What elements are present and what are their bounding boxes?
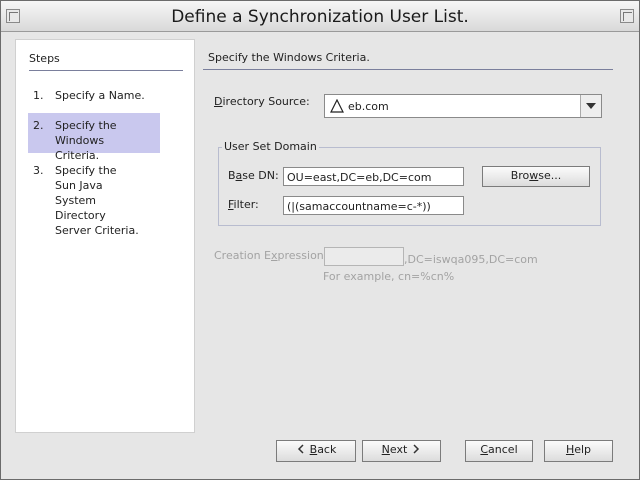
creation-expression-suffix: ,DC=iswqa095,DC=com: [404, 253, 538, 266]
title-bar[interactable]: Define a Synchronization User List.: [1, 1, 639, 32]
creation-expression-input[interactable]: [324, 247, 404, 266]
step-label: Specify the Sun Java System Directory Se…: [55, 164, 139, 237]
browse-button[interactable]: Browse...: [482, 166, 590, 187]
step-2-active[interactable]: 2. Specify the Windows Criteria.: [28, 113, 160, 162]
chevron-left-icon: [297, 444, 304, 454]
filter-input[interactable]: (|(samaccountname=c-*)): [283, 196, 464, 215]
close-icon: [623, 12, 632, 21]
directory-source-label: Directory Source:: [214, 95, 310, 108]
steps-header: Steps: [29, 52, 60, 65]
section-divider: [203, 69, 613, 70]
window-title: Define a Synchronization User List.: [171, 7, 469, 27]
chevron-right-icon: [413, 444, 420, 454]
step-number: 3.: [33, 164, 44, 177]
filter-label: Filter:: [228, 198, 259, 211]
creation-expression-label: Creation Expression:: [214, 249, 328, 262]
directory-source-value: eb.com: [348, 100, 389, 113]
back-button[interactable]: Back: [276, 440, 356, 462]
steps-divider: [29, 70, 183, 71]
creation-expression-example: For example, cn=%cn%: [323, 270, 455, 283]
base-dn-label: Base DN:: [228, 169, 279, 182]
step-label: Specify a Name.: [55, 89, 145, 102]
step-number: 1.: [33, 89, 44, 102]
step-number: 2.: [33, 119, 44, 132]
user-set-domain-legend: User Set Domain: [222, 140, 319, 153]
directory-source-select[interactable]: eb.com: [324, 94, 602, 118]
steps-panel: Steps 1. Specify a Name. 2. Specify the …: [15, 39, 195, 433]
chevron-down-icon: [586, 103, 596, 109]
step-3[interactable]: 3. Specify the Sun Java System Directory…: [28, 163, 160, 237]
warning-icon: [330, 99, 344, 113]
base-dn-input[interactable]: OU=east,DC=eb,DC=com: [283, 167, 464, 186]
next-button[interactable]: Next: [362, 440, 441, 462]
dropdown-button[interactable]: [580, 95, 601, 117]
section-title: Specify the Windows Criteria.: [208, 51, 370, 64]
cancel-button[interactable]: Cancel: [465, 440, 533, 462]
help-button[interactable]: Help: [544, 440, 613, 462]
step-label: Specify the Windows Criteria.: [55, 119, 117, 162]
window-close-button[interactable]: [620, 9, 634, 23]
step-1[interactable]: 1. Specify a Name.: [28, 88, 160, 104]
